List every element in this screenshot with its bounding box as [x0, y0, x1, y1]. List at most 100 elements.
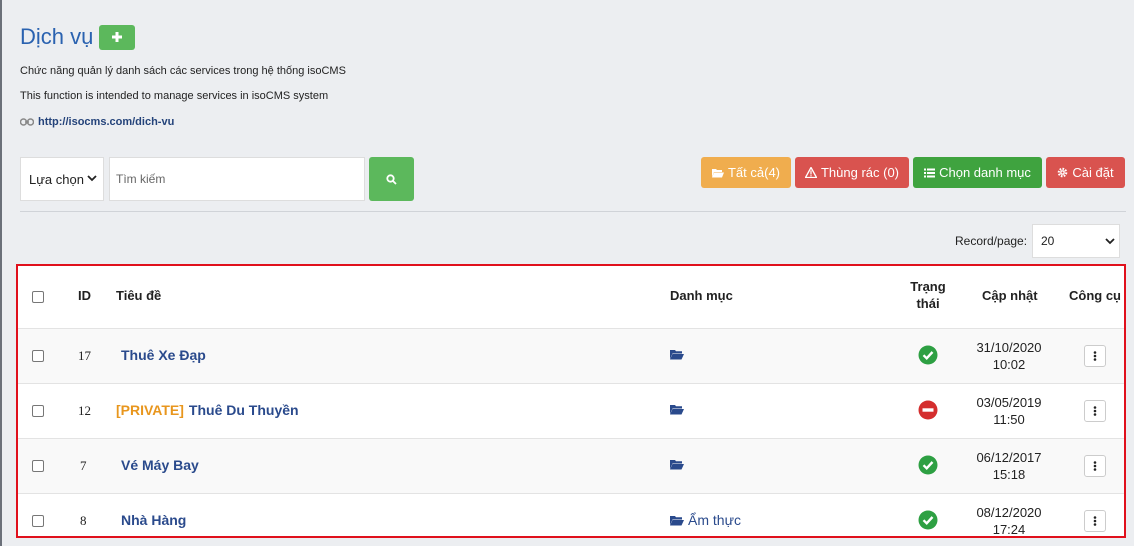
row-title[interactable]: Thuê Xe Đạp: [116, 347, 206, 363]
header-tools: Công cụ: [1069, 288, 1121, 303]
row-category[interactable]: [670, 404, 688, 415]
choose-category-label: Chọn danh mục: [939, 165, 1031, 180]
row-checkbox[interactable]: [32, 515, 44, 527]
row-category[interactable]: [670, 459, 688, 470]
table-row: 8 Nhà Hàng Ẩm thực 08/12/2020 17:24: [18, 494, 1124, 537]
row-title[interactable]: [PRIVATE] Thuê Du Thuyền: [116, 402, 299, 418]
row-time: 10:02: [992, 357, 1026, 372]
folder-open-icon: [670, 515, 684, 525]
table-header: ID Tiêu đề Danh mục Trạng thái Cập nhật …: [18, 266, 1124, 329]
filter-all-button[interactable]: Tất cả(4): [701, 157, 791, 188]
bulk-action-select[interactable]: Lựa chọn: [20, 157, 104, 201]
private-tag: [PRIVATE]: [116, 402, 184, 418]
row-title[interactable]: Nhà Hàng: [116, 512, 186, 528]
row-time: 15:18: [992, 467, 1026, 482]
vertical-ellipsis-icon: [1093, 516, 1097, 526]
header-status-line1: Trạng: [910, 279, 946, 294]
divider: [20, 211, 1126, 212]
filter-all-label: Tất cả(4): [727, 165, 780, 180]
row-category[interactable]: Ẩm thực: [670, 512, 741, 528]
select-all-checkbox[interactable]: [32, 291, 44, 303]
row-date: 06/12/2017: [976, 450, 1042, 465]
trash-label: Thùng rác (0): [820, 165, 900, 180]
search-icon: [386, 173, 397, 185]
folder-open-icon: [670, 350, 684, 360]
search-button[interactable]: [369, 157, 414, 201]
vertical-ellipsis-icon: [1093, 461, 1097, 471]
row-id: 12: [78, 403, 91, 418]
table-row: 17 Thuê Xe Đạp 31/10/2020 10:02: [18, 329, 1124, 384]
row-time: 17:24: [992, 522, 1026, 537]
records-per-page-value: 20: [1041, 234, 1055, 248]
status-indicator[interactable]: [918, 455, 938, 475]
status-indicator[interactable]: [918, 345, 938, 365]
records-per-page-label: Record/page:: [955, 234, 1028, 248]
row-date: 03/05/2019: [976, 395, 1042, 410]
search-input[interactable]: [109, 157, 365, 201]
folder-open-icon: [670, 405, 684, 415]
list-icon: [924, 168, 936, 177]
row-tools-button[interactable]: [1084, 400, 1106, 422]
warning-icon: [804, 167, 817, 178]
check-circle-icon: [918, 345, 938, 365]
row-checkbox[interactable]: [32, 460, 44, 472]
check-circle-icon: [918, 455, 938, 475]
chevron-down-icon: [1105, 238, 1115, 245]
table-row: 12 [PRIVATE] Thuê Du Thuyền 03/05/2019 1…: [18, 384, 1124, 439]
row-updated: 31/10/2020 10:02: [968, 339, 1050, 373]
row-date: 31/10/2020: [976, 340, 1042, 355]
check-circle-icon: [918, 510, 938, 530]
vertical-ellipsis-icon: [1093, 351, 1097, 361]
row-updated: 06/12/2017 15:18: [968, 449, 1050, 483]
bulk-action-value: Lựa chọn: [29, 171, 84, 187]
plus-icon: [112, 32, 123, 42]
row-checkbox[interactable]: [32, 405, 44, 417]
vertical-ellipsis-icon: [1093, 406, 1097, 416]
settings-button[interactable]: Cài đặt: [1046, 157, 1125, 188]
header-title: Tiêu đề: [116, 288, 162, 303]
link-icon: [20, 118, 34, 126]
row-title[interactable]: Vé Máy Bay: [116, 457, 199, 473]
services-table: ID Tiêu đề Danh mục Trạng thái Cập nhật …: [16, 264, 1126, 538]
window-edge: [0, 0, 2, 546]
row-tools-button[interactable]: [1084, 455, 1106, 477]
page-url-link[interactable]: http://isocms.com/dich-vu: [38, 116, 174, 128]
settings-label: Cài đặt: [1072, 165, 1114, 180]
row-title-text: Nhà Hàng: [121, 512, 187, 528]
description-vi: Chức năng quản lý danh sách các services…: [20, 65, 346, 77]
row-id: 8: [80, 513, 87, 528]
header-category: Danh mục: [670, 288, 733, 303]
row-id: 17: [78, 348, 91, 363]
trash-button[interactable]: Thùng rác (0): [795, 157, 909, 188]
choose-category-button[interactable]: Chọn danh mục: [913, 157, 1042, 188]
row-time: 11:50: [993, 412, 1025, 427]
folder-open-icon: [711, 168, 724, 177]
chevron-down-icon: [87, 175, 97, 182]
row-title-text: Vé Máy Bay: [121, 457, 199, 473]
row-updated: 08/12/2020 17:24: [968, 504, 1050, 537]
row-category[interactable]: [670, 349, 688, 360]
header-status: Trạng thái: [898, 278, 958, 312]
row-id: 7: [80, 458, 87, 473]
gear-icon: [1058, 167, 1068, 178]
minus-circle-icon: [918, 400, 938, 420]
status-indicator[interactable]: [918, 400, 938, 420]
row-tools-button[interactable]: [1084, 510, 1106, 532]
header-id: ID: [78, 288, 91, 303]
header-status-line2: thái: [916, 296, 940, 311]
page-title: Dịch vụ: [20, 24, 94, 49]
add-service-button[interactable]: [99, 24, 136, 50]
row-checkbox[interactable]: [32, 350, 44, 362]
records-per-page-select[interactable]: 20: [1032, 224, 1120, 258]
page-header: Dịch vụ: [20, 24, 136, 50]
status-indicator[interactable]: [918, 510, 938, 530]
row-updated: 03/05/2019 11:50: [968, 394, 1050, 428]
row-tools-button[interactable]: [1084, 345, 1106, 367]
page-link-row: http://isocms.com/dich-vu: [20, 116, 174, 128]
description-en: This function is intended to manage serv…: [20, 90, 329, 102]
row-title-text: Thuê Du Thuyền: [188, 402, 299, 418]
table-row: 7 Vé Máy Bay 06/12/2017 15:18: [18, 439, 1124, 494]
row-title-text: Thuê Xe Đạp: [121, 347, 206, 363]
row-category-text: Ẩm thực: [688, 512, 741, 528]
row-date: 08/12/2020: [976, 505, 1042, 520]
